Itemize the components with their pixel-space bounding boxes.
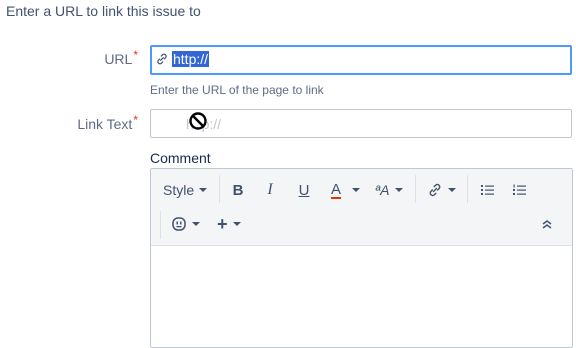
editor-text-area[interactable] — [151, 246, 572, 347]
underline-button[interactable]: U — [297, 177, 311, 203]
bullet-list-icon — [481, 185, 494, 195]
url-label: URL* — [104, 48, 138, 67]
toolbar-divider — [160, 211, 161, 239]
add-icon: + — [217, 213, 228, 234]
chevron-down-icon — [448, 188, 456, 192]
link-icon — [429, 183, 441, 197]
chevron-down-icon — [394, 188, 403, 192]
numbered-list-button[interactable] — [512, 177, 528, 203]
link-text-label-text: Link Text — [77, 116, 133, 132]
text-color-dropdown[interactable] — [351, 177, 361, 203]
bold-button[interactable]: B — [231, 177, 245, 203]
chevron-down-icon — [232, 222, 241, 226]
intro-text: Enter a URL to link this issue to — [6, 3, 201, 19]
formatting-label: ªA — [375, 182, 390, 198]
chevron-down-icon — [192, 222, 200, 226]
toolbar-divider — [467, 175, 468, 203]
chevron-down-icon — [199, 188, 208, 192]
required-asterisk: * — [133, 113, 138, 127]
chevron-down-icon — [352, 188, 360, 192]
editor-toolbar: Style B I U A ªA + — [151, 169, 572, 246]
text-color-button[interactable]: A — [329, 177, 343, 203]
collapse-toolbar-button[interactable] — [541, 211, 553, 237]
link-icon — [157, 53, 167, 65]
bullet-list-button[interactable] — [480, 177, 496, 203]
add-button[interactable]: + — [217, 211, 241, 237]
toolbar-divider — [415, 175, 416, 203]
style-dropdown[interactable]: Style — [163, 177, 208, 203]
italic-button[interactable]: I — [263, 177, 277, 203]
emoji-button[interactable] — [171, 211, 200, 237]
link-text-input[interactable]: http:// — [150, 109, 572, 138]
not-allowed-cursor-icon — [189, 112, 207, 130]
comment-editor[interactable]: Style B I U A ªA + — [150, 168, 573, 348]
url-value: http:// — [172, 51, 210, 67]
url-input[interactable]: http:// — [150, 45, 572, 75]
link-text-label: Link Text* — [77, 113, 138, 132]
emoji-icon — [172, 217, 186, 231]
toolbar-divider — [219, 175, 220, 203]
numbered-list-icon — [513, 184, 526, 195]
required-asterisk: * — [133, 48, 138, 62]
text-color-letter: A — [330, 180, 341, 199]
link-button[interactable] — [427, 177, 456, 203]
comment-label: Comment — [150, 150, 211, 166]
style-label: Style — [163, 182, 195, 198]
text-formatting-dropdown[interactable]: ªA — [375, 177, 403, 203]
collapse-icon — [542, 220, 552, 229]
url-label-text: URL — [104, 51, 133, 67]
url-help-text: Enter the URL of the page to link — [150, 83, 324, 97]
